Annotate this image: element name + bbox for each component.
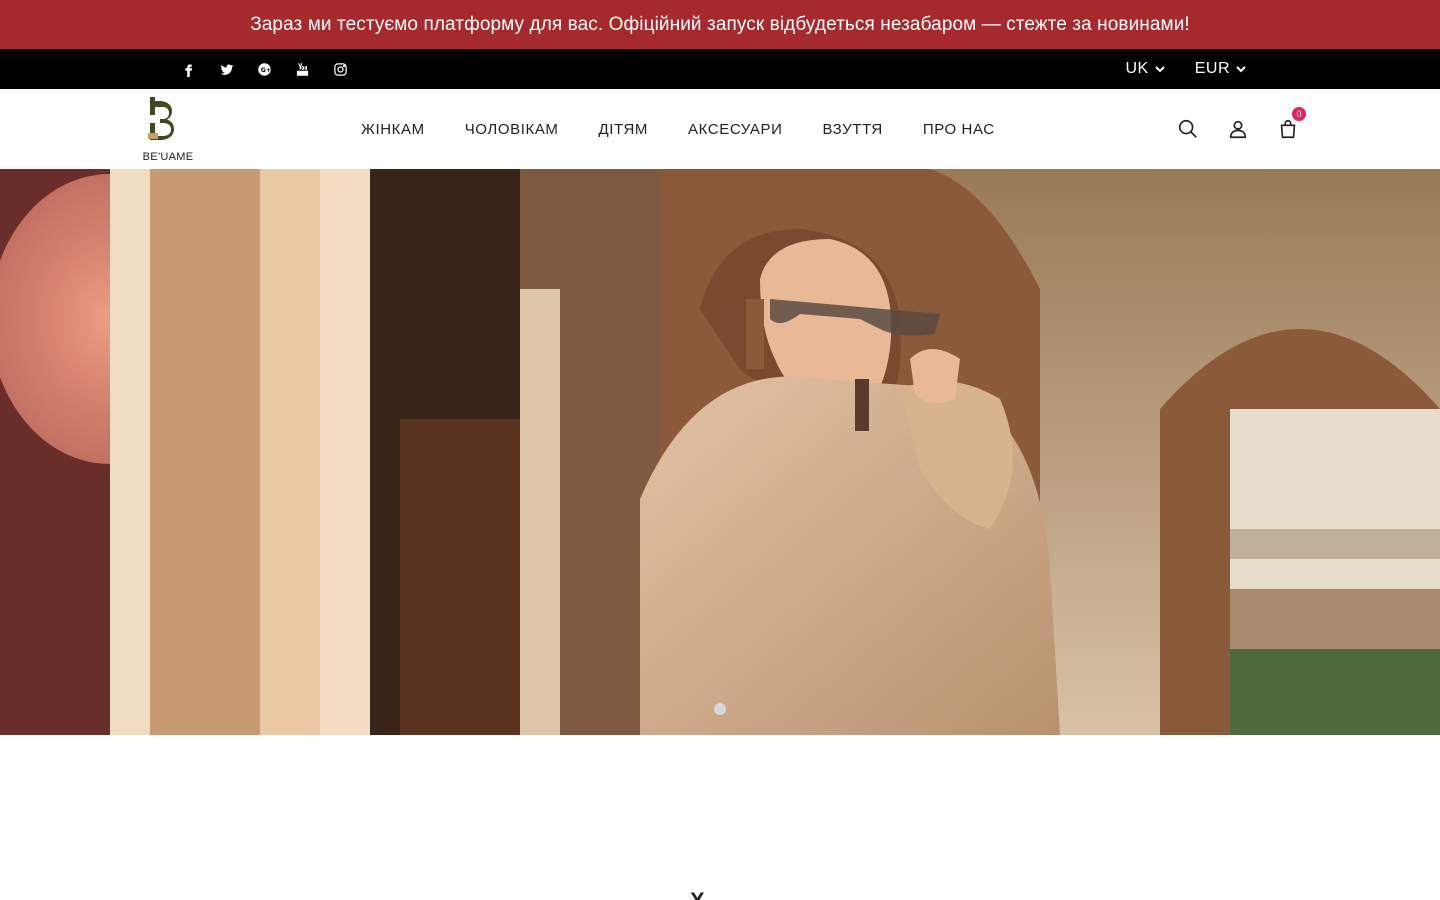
hero-image (0, 169, 1440, 735)
announcement-text: Зараз ми тестуємо платформу для вас. Офі… (250, 13, 1190, 35)
svg-text:G+: G+ (260, 67, 270, 74)
user-icon[interactable] (1226, 117, 1250, 141)
nav-item-kids[interactable]: ДІТЯМ (599, 121, 649, 138)
announcement-banner: Зараз ми тестуємо платформу для вас. Офі… (0, 0, 1440, 49)
nav-item-men[interactable]: ЧОЛОВІКАМ (465, 121, 559, 138)
main-nav: ЖІНКАМ ЧОЛОВІКАМ ДІТЯМ АКСЕСУАРИ ВЗУТТЯ … (361, 89, 995, 169)
currency-value: EUR (1194, 60, 1230, 77)
facebook-icon[interactable] (178, 59, 198, 79)
locale-selectors: UK EUR (1125, 49, 1246, 89)
instagram-icon[interactable] (330, 59, 350, 79)
chevron-down-icon (1236, 66, 1246, 73)
logo-text: BE'UAME (142, 151, 194, 163)
twitter-icon[interactable] (216, 59, 236, 79)
logo-mark-icon (148, 97, 174, 140)
language-selector[interactable]: UK (1125, 60, 1165, 78)
section-heading: Х (690, 888, 705, 900)
carousel-dot[interactable] (714, 703, 726, 715)
currency-selector[interactable]: EUR (1195, 60, 1246, 78)
header-actions: 0 (1176, 89, 1306, 169)
google-plus-icon[interactable]: G+ (254, 59, 274, 79)
cart-count-badge: 0 (1292, 107, 1306, 121)
hero-banner (0, 169, 1440, 735)
nav-item-about[interactable]: ПРО НАС (923, 121, 995, 138)
search-icon[interactable] (1176, 117, 1200, 141)
top-bar: G+ UK EUR (0, 49, 1440, 89)
site-header: BE'UAME ЖІНКАМ ЧОЛОВІКАМ ДІТЯМ АКСЕСУАРИ… (0, 89, 1440, 169)
logo[interactable]: BE'UAME (133, 93, 203, 167)
nav-item-accessories[interactable]: АКСЕСУАРИ (688, 121, 782, 138)
chevron-down-icon (1155, 66, 1165, 73)
nav-item-shoes[interactable]: ВЗУТТЯ (823, 121, 883, 138)
cart-icon[interactable]: 0 (1276, 107, 1306, 141)
youtube-icon[interactable] (292, 59, 312, 79)
language-value: UK (1125, 60, 1149, 77)
social-links: G+ (178, 49, 350, 89)
nav-item-women[interactable]: ЖІНКАМ (361, 121, 425, 138)
